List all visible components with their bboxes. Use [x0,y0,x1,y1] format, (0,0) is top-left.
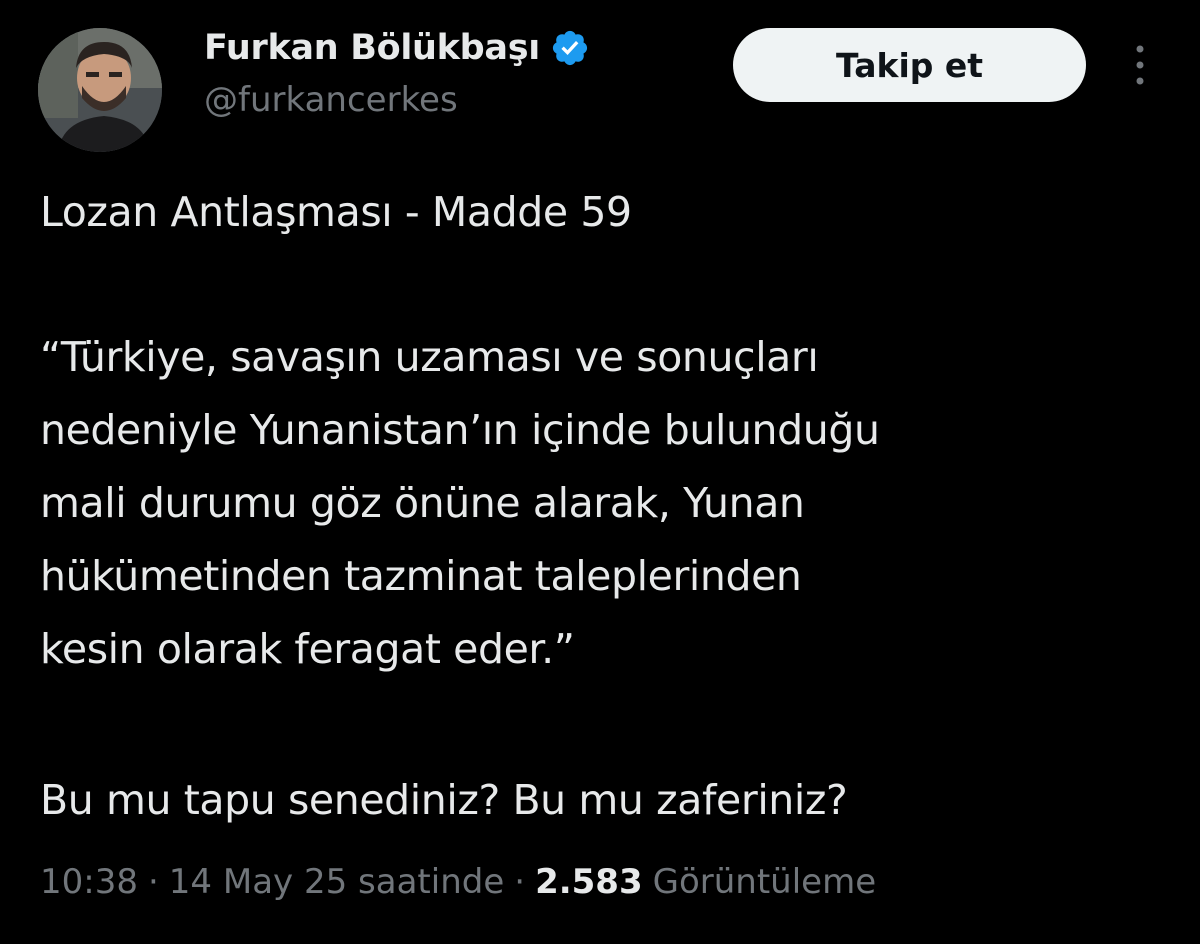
quote-line: mali durumu göz önüne alarak, Yunan [40,479,805,527]
tweet-quote: “Türkiye, savaşın uzaması ve sonuçları n… [40,321,880,686]
views-label: Görüntüleme [652,862,877,902]
tweet-title-line: Lozan Antlaşması - Madde 59 [40,188,632,236]
follow-button[interactable]: Takip et [733,28,1086,102]
quote-line: nedeniyle Yunanistan’ın içinde bulunduğu [40,406,880,454]
tweet-date[interactable]: 14 May 25 saatinde [169,862,504,902]
verified-badge-icon[interactable] [550,28,590,68]
views-count: 2.583 [535,862,643,902]
avatar[interactable] [38,28,162,152]
tweet-time[interactable]: 10:38 [40,862,138,902]
quote-line: kesin olarak feragat eder.” [40,625,575,673]
author-name-row: Furkan Bölükbaşı [204,22,590,74]
tweet-closing-line: Bu mu tapu senediniz? Bu mu zaferiniz? [40,776,848,824]
quote-line: “Türkiye, savaşın uzaması ve sonuçları [40,333,819,381]
quote-line: hükümetinden tazminat taleplerinden [40,552,802,600]
meta-separator: · [514,862,526,902]
tweet-meta: 10:38 · 14 May 25 saatinde · 2.583 Görün… [40,862,876,902]
author-display-name[interactable]: Furkan Bölükbaşı [204,28,540,68]
meta-separator: · [147,862,159,902]
tweet-card: Furkan Bölükbaşı @furkancerkes Takip et … [0,0,1200,944]
more-vertical-icon[interactable] [1120,40,1160,90]
author-handle[interactable]: @furkancerkes [204,80,458,120]
avatar-image [38,28,162,152]
